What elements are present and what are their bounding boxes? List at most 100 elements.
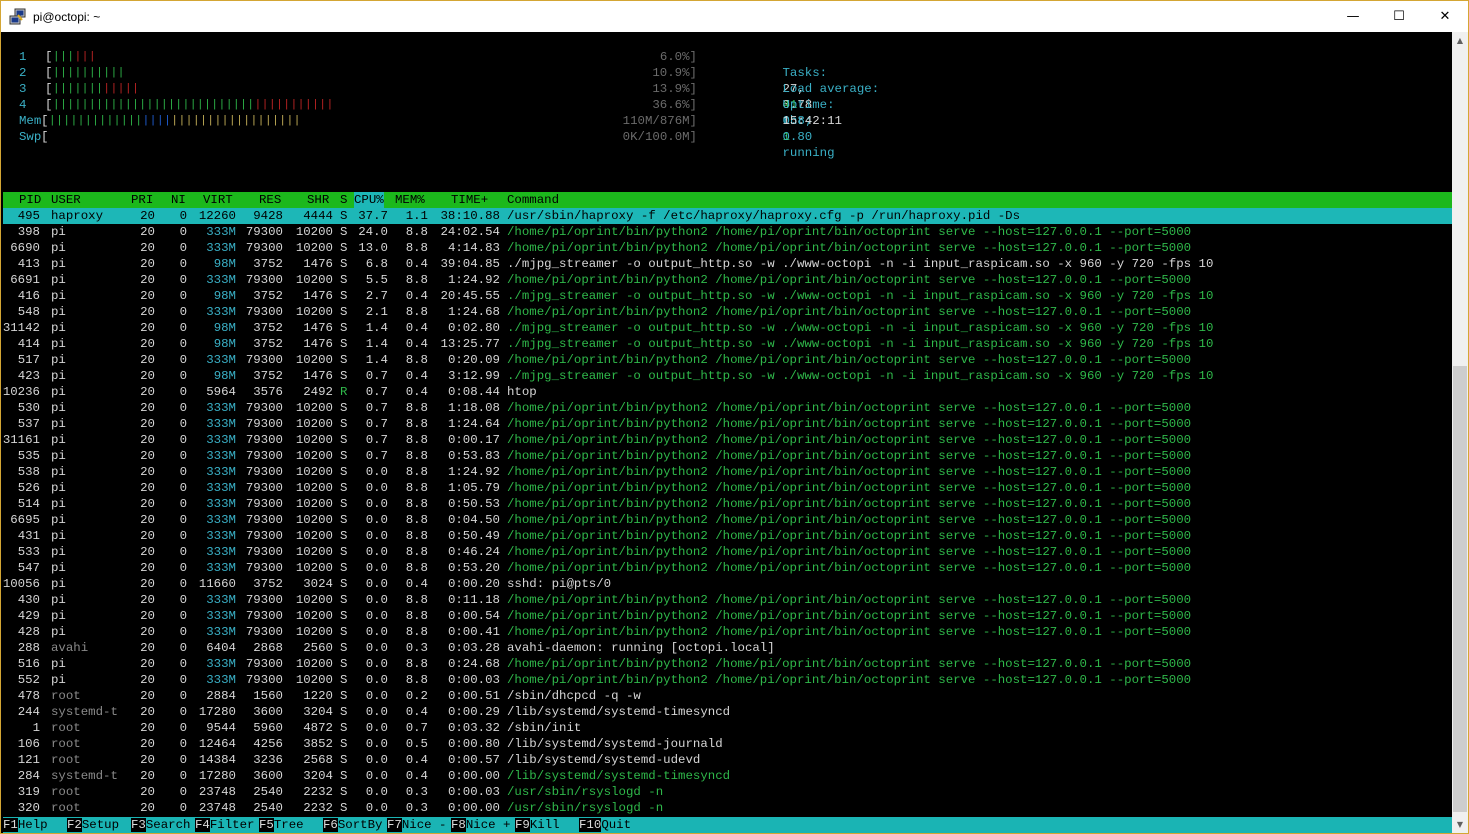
table-row[interactable]: 319 root 20 0 23748 2540 2232 S 0.0 0.3 0:00.03/us… <box>3 784 1452 800</box>
column-header-ni[interactable]: NI <box>171 192 186 208</box>
vertical-scrollbar[interactable]: ▲ ▼ <box>1452 32 1468 833</box>
column-header-user[interactable]: USER <box>51 192 81 208</box>
table-row[interactable]: 6691 pi 20 0 333M 79300 10200 S 5.5 8.8 1:24.92/ho… <box>3 272 1452 288</box>
table-row[interactable]: 10056 pi 20 0 11660 3752 3024 S 0.0 0.4 0:00.20 ssh… <box>3 576 1452 592</box>
cell-pid: 547 <box>17 561 40 575</box>
table-row[interactable]: 6695 pi 20 0 333M 79300 10200 S 0.0 8.8 0:04.50/ho… <box>3 512 1452 528</box>
table-row[interactable]: 288 avahi 20 0 6404 2868 2560 S 0.0 0.3 0:03.28 ava… <box>3 640 1452 656</box>
table-row[interactable]: 416 pi 20 0 98M 3752 1476 S 2.7 0.4 20:45.55 ./mjpg… <box>3 288 1452 304</box>
table-row[interactable]: 428 pi 20 0 333M 79300 10200 S 0.0 8.8 0:00.41/hom… <box>3 624 1452 640</box>
table-row[interactable]: 31142 pi 20 0 98M 3752 1476 S 1.4 0.4 0:02.80 ./mjp… <box>3 320 1452 336</box>
cell-user: pi <box>51 289 66 303</box>
table-row[interactable]: 430 pi 20 0 333M 79300 10200 S 0.0 8.8 0:11.18/hom… <box>3 592 1452 608</box>
column-header-res[interactable]: RES <box>259 192 281 208</box>
cell-pri: 20 <box>140 225 155 239</box>
table-row[interactable]: 31161 pi 20 0 333M 79300 10200 S 0.7 8.8 0:00.17/h… <box>3 432 1452 448</box>
table-row[interactable]: 10236 pi 20 0 5964 3576 2492 R 0.7 0.4 0:08.44 htop <box>3 384 1452 400</box>
table-row[interactable]: 547 pi 20 0 333M 79300 10200 S 0.0 8.8 0:53.20/hom… <box>3 560 1452 576</box>
cpu-meter-1-bar: ||| <box>53 51 75 63</box>
scrollbar-thumb[interactable] <box>1453 366 1467 812</box>
column-header-pri[interactable]: PRI <box>131 192 153 208</box>
table-row[interactable]: 538 pi 20 0 333M 79300 10200 S 0.0 8.8 1:24.92/hom… <box>3 464 1452 480</box>
cell-pid: 514 <box>17 497 40 511</box>
function-key-f5[interactable]: F5Tree <box>259 817 319 833</box>
cell-res: 3752 <box>253 321 283 335</box>
cpu-meter-4: 4[|||||||||||||||||||||||||||| ||||||||||… <box>3 97 703 113</box>
table-row[interactable]: 413 pi 20 0 98M 3752 1476 S 6.8 0.4 39:04.85 ./mjpg… <box>3 256 1452 272</box>
minimize-button[interactable]: — <box>1330 1 1376 32</box>
table-row[interactable]: 6690 pi 20 0 333M 79300 10200 S 13.0 8.8 4:14.83/h… <box>3 240 1452 256</box>
cell-pri: 20 <box>140 369 155 383</box>
cell-state: S <box>340 225 348 239</box>
table-row[interactable]: 552 pi 20 0 333M 79300 10200 S 0.0 8.8 0:00.03/hom… <box>3 672 1452 688</box>
function-key-f1[interactable]: F1Help <box>3 817 63 833</box>
table-row[interactable]: 121 root 20 0 14384 3236 2568 S 0.0 0.4 0:00.57/li… <box>3 752 1452 768</box>
table-row[interactable]: 284 systemd-t 20 0 17280 3600 3204 S 0.0 0.4 0:00.… <box>3 768 1452 784</box>
column-header-cpu-sorted[interactable]: CPU% <box>354 192 384 208</box>
column-header-time[interactable]: TIME+ <box>451 192 488 208</box>
table-row[interactable]: 548 pi 20 0 333M 79300 10200 S 2.1 8.8 1:24.68/hom… <box>3 304 1452 320</box>
cell-pri: 20 <box>140 769 155 783</box>
cell-res: 79300 <box>245 657 283 671</box>
cell-pid: 10236 <box>3 385 40 399</box>
table-row[interactable]: 478 root 20 0 2884 1560 1220 S 0.0 0.2 0:00.51/sbi… <box>3 688 1452 704</box>
table-row[interactable]: 320 root 20 0 23748 2540 2232 S 0.0 0.3 0:00.00/us… <box>3 800 1452 816</box>
function-key-f2[interactable]: F2Setup <box>67 817 127 833</box>
cell-mem: 8.8 <box>405 481 428 495</box>
scroll-down-arrow-icon[interactable]: ▼ <box>1452 816 1468 833</box>
table-row[interactable]: 244 systemd-t 20 0 17280 3600 3204 S 0.0 0.4 0:00.… <box>3 704 1452 720</box>
table-row[interactable]: 106 root 20 0 12464 4256 3852 S 0.0 0.5 0:00.80/li… <box>3 736 1452 752</box>
column-header-state[interactable]: S <box>340 192 347 208</box>
cell-pri: 20 <box>140 801 155 815</box>
maximize-button[interactable]: ☐ <box>1376 1 1422 32</box>
function-key-f3[interactable]: F3Search <box>131 817 191 833</box>
table-row[interactable]: 517 pi 20 0 333M 79300 10200 S 1.4 8.8 0:20.09/hom… <box>3 352 1452 368</box>
running-label: running <box>782 146 835 160</box>
table-row[interactable]: 533 pi 20 0 333M 79300 10200 S 0.0 8.8 0:46.24/hom… <box>3 544 1452 560</box>
column-header-command[interactable]: Command <box>507 192 559 208</box>
cell-time: 1:18.08 <box>447 401 500 415</box>
cell-shr: 3852 <box>303 737 333 751</box>
process-table-header[interactable]: PID USER PRI NI VIRT RES SHR S CPU% MEM%… <box>3 192 1452 208</box>
scroll-up-arrow-icon[interactable]: ▲ <box>1452 32 1468 49</box>
cell-pid: 1 <box>32 721 40 735</box>
table-row[interactable]: 423 pi 20 0 98M 3752 1476 S 0.7 0.4 3:12.99 ./mjpg_… <box>3 368 1452 384</box>
table-row[interactable]: 514 pi 20 0 333M 79300 10200 S 0.0 8.8 0:50.53/hom… <box>3 496 1452 512</box>
table-row[interactable]: 414 pi 20 0 98M 3752 1476 S 1.4 0.4 13:25.77 ./mjpg… <box>3 336 1452 352</box>
cell-command: /home/pi/oprint/bin/python2 /home/pi/opr… <box>507 225 1192 239</box>
title-bar[interactable]: pi@octopi: ~ — ☐ ✕ <box>1 1 1468 32</box>
cell-ni: 0 <box>179 481 187 495</box>
cpu-meter-4-bracket: [ <box>45 98 53 112</box>
table-row-selected[interactable]: 495 haproxy 20 0 12260 9428 4444 S 37.7 1.1 38:10.… <box>3 208 1452 224</box>
table-row[interactable]: 429 pi 20 0 333M 79300 10200 S 0.0 8.8 0:00.54/hom… <box>3 608 1452 624</box>
function-key-f4[interactable]: F4Filter <box>195 817 255 833</box>
cell-mem: 8.8 <box>405 225 428 239</box>
cell-res: 79300 <box>245 561 283 575</box>
function-key-f10[interactable]: F10Quit <box>579 817 631 833</box>
table-row[interactable]: 516 pi 20 0 333M 79300 10200 S 0.0 8.8 0:24.68/hom… <box>3 656 1452 672</box>
cell-mem: 8.8 <box>405 497 428 511</box>
table-row[interactable]: 535 pi 20 0 333M 79300 10200 S 0.7 8.8 0:53.83/hom… <box>3 448 1452 464</box>
cell-command: /usr/sbin/rsyslogd -n <box>507 785 664 799</box>
cell-command: /usr/sbin/rsyslogd -n <box>507 801 664 815</box>
function-key-f7[interactable]: F7Nice - <box>387 817 447 833</box>
function-key-f8[interactable]: F8Nice + <box>451 817 511 833</box>
function-key-f9[interactable]: F9Kill <box>515 817 575 833</box>
table-row[interactable]: 398 pi 20 0 333M 79300 10200 S 24.0 8.8 24:02.54/h… <box>3 224 1452 240</box>
column-header-virt[interactable]: VIRT <box>203 192 233 208</box>
table-row[interactable]: 537 pi 20 0 333M 79300 10200 S 0.7 8.8 1:24.64/hom… <box>3 416 1452 432</box>
cell-time: 0:00.54 <box>447 609 500 623</box>
cell-command: /home/pi/oprint/bin/python2 /home/pi/opr… <box>507 625 1192 639</box>
table-row[interactable]: 530 pi 20 0 333M 79300 10200 S 0.7 8.8 1:18.08/hom… <box>3 400 1452 416</box>
column-header-pid[interactable]: PID <box>19 192 41 208</box>
column-header-mem[interactable]: MEM% <box>395 192 425 208</box>
table-row[interactable]: 526 pi 20 0 333M 79300 10200 S 0.0 8.8 1:05.79/hom… <box>3 480 1452 496</box>
htop-terminal[interactable]: 1[||| ||| 6.0%] 2[|||||||||| 10.9%] 3[|||||||… <box>3 32 1452 833</box>
table-row[interactable]: 1 root 20 0 9544 5960 4872 S 0.0 0.7 0:03.32/sbin/… <box>3 720 1452 736</box>
close-button[interactable]: ✕ <box>1422 1 1468 32</box>
cell-state: S <box>340 641 348 655</box>
cell-shr: 1476 <box>303 289 333 303</box>
column-header-shr[interactable]: SHR <box>307 192 329 208</box>
function-key-f6[interactable]: F6SortBy <box>323 817 383 833</box>
table-row[interactable]: 431 pi 20 0 333M 79300 10200 S 0.0 8.8 0:50.49/hom… <box>3 528 1452 544</box>
